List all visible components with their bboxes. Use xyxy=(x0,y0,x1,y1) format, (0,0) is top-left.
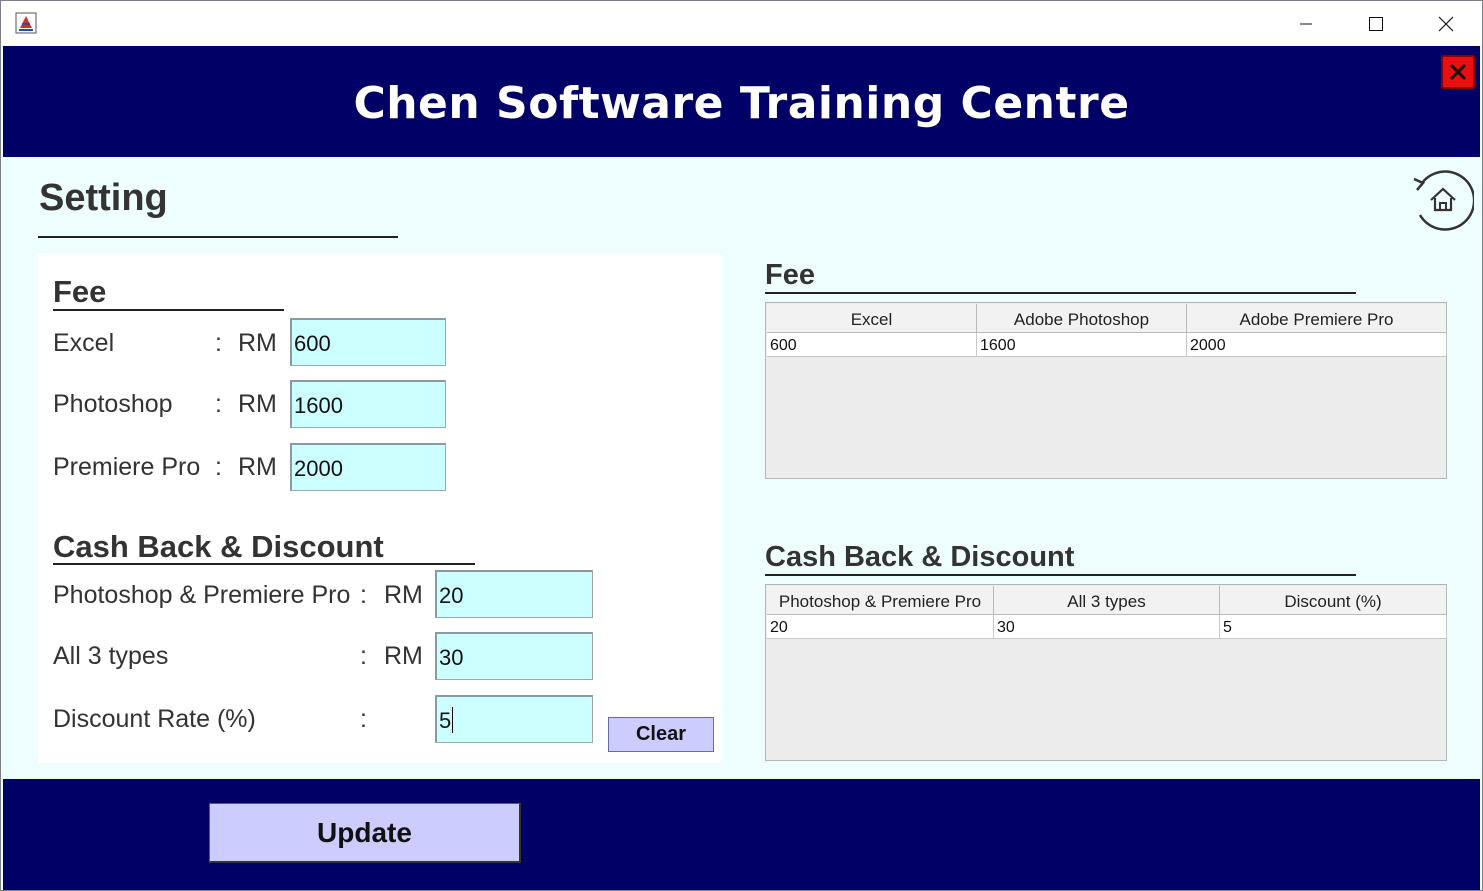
fee-table[interactable]: Excel Adobe Photoshop Adobe Premiere Pro… xyxy=(765,302,1447,479)
cashback-table-underline xyxy=(765,574,1356,576)
excel-fee-label: Excel xyxy=(53,329,115,357)
close-icon xyxy=(1438,16,1454,31)
premiere-fee-value: 2000 xyxy=(294,456,343,481)
all-types-cashback-value: 30 xyxy=(439,645,464,670)
cashback-section-title: Cash Back & Discount xyxy=(53,529,384,564)
table-cell[interactable]: 20 xyxy=(767,615,994,639)
discount-rate-value: 5 xyxy=(439,708,452,733)
app-footer: Update xyxy=(3,779,1480,890)
field-separator: : xyxy=(360,642,367,670)
fee-table-col-premiere[interactable]: Adobe Premiere Pro xyxy=(1187,304,1447,333)
home-button[interactable] xyxy=(1408,165,1476,231)
app-header: Chen Software Training Centre xyxy=(3,46,1480,157)
cashback-table-header: Photoshop & Premiere Pro All 3 types Dis… xyxy=(767,586,1447,615)
maximize-icon xyxy=(1369,16,1383,31)
photoshop-fee-label: Photoshop xyxy=(53,390,173,418)
cashback-table[interactable]: Photoshop & Premiere Pro All 3 types Dis… xyxy=(765,584,1447,761)
cashback-table-col-all-types[interactable]: All 3 types xyxy=(994,586,1220,615)
table-cell[interactable]: 5 xyxy=(1220,615,1447,639)
fee-section-title: Fee xyxy=(53,274,107,309)
settings-form-panel: Fee Excel : RM 600 Photoshop : RM 1600 P… xyxy=(38,254,722,763)
currency-label: RM xyxy=(238,390,277,418)
field-separator: : xyxy=(360,705,367,733)
table-cell[interactable]: 600 xyxy=(767,333,977,357)
java-cup-icon xyxy=(15,12,37,34)
fee-table-col-photoshop[interactable]: Adobe Photoshop xyxy=(977,304,1187,333)
fee-section-underline xyxy=(53,309,284,311)
currency-label: RM xyxy=(384,642,423,670)
premiere-fee-label: Premiere Pro xyxy=(53,453,201,481)
field-separator: : xyxy=(215,390,222,418)
ps-pr-cashback-value: 20 xyxy=(439,583,464,608)
minimize-icon xyxy=(1300,23,1312,24)
all-types-cashback-input[interactable]: 30 xyxy=(435,632,593,680)
photoshop-fee-input[interactable]: 1600 xyxy=(290,380,446,428)
page-title-underline xyxy=(38,236,398,238)
currency-label: RM xyxy=(238,453,277,481)
page-title: Setting xyxy=(39,177,168,219)
app-title: Chen Software Training Centre xyxy=(353,78,1130,129)
red-x-icon xyxy=(1449,63,1467,81)
fee-table-underline xyxy=(765,292,1356,294)
maximize-button[interactable] xyxy=(1341,1,1411,46)
window-titlebar[interactable] xyxy=(1,1,1482,46)
fee-table-header: Excel Adobe Photoshop Adobe Premiere Pro xyxy=(767,304,1447,333)
fee-table-col-excel[interactable]: Excel xyxy=(767,304,977,333)
table-row[interactable]: 600 1600 2000 xyxy=(767,333,1447,357)
all-types-cashback-label: All 3 types xyxy=(53,642,169,670)
app-window: Chen Software Training Centre Setting Fe… xyxy=(0,0,1483,891)
field-separator: : xyxy=(215,453,222,481)
discount-rate-label: Discount Rate (%) xyxy=(53,705,256,733)
currency-label: RM xyxy=(238,329,277,357)
cashback-table-col-discount[interactable]: Discount (%) xyxy=(1220,586,1447,615)
excel-fee-value: 600 xyxy=(294,331,331,356)
cashback-table-col-ps-pr[interactable]: Photoshop & Premiere Pro xyxy=(767,586,994,615)
cashback-section-underline xyxy=(53,563,475,565)
minimize-button[interactable] xyxy=(1271,1,1341,46)
update-button[interactable]: Update xyxy=(209,803,521,863)
fee-table-title: Fee xyxy=(765,259,815,291)
cashback-table-title: Cash Back & Discount xyxy=(765,541,1075,573)
close-window-button[interactable] xyxy=(1411,1,1481,46)
exit-button[interactable] xyxy=(1441,55,1475,89)
photoshop-fee-value: 1600 xyxy=(294,393,343,418)
main-content: Setting Fee Excel : RM 600 Photoshop : R… xyxy=(3,157,1480,779)
field-separator: : xyxy=(360,581,367,609)
table-cell[interactable]: 1600 xyxy=(977,333,1187,357)
table-cell[interactable]: 2000 xyxy=(1187,333,1447,357)
field-separator: : xyxy=(215,329,222,357)
ps-pr-cashback-label: Photoshop & Premiere Pro xyxy=(53,581,351,609)
premiere-fee-input[interactable]: 2000 xyxy=(290,443,446,491)
discount-rate-input[interactable]: 5 xyxy=(435,695,593,743)
text-caret xyxy=(452,707,454,734)
table-row[interactable]: 20 30 5 xyxy=(767,615,1447,639)
table-cell[interactable]: 30 xyxy=(994,615,1220,639)
ps-pr-cashback-input[interactable]: 20 xyxy=(435,570,593,618)
excel-fee-input[interactable]: 600 xyxy=(290,318,446,366)
clear-button[interactable]: Clear xyxy=(608,717,714,752)
currency-label: RM xyxy=(384,581,423,609)
home-refresh-icon xyxy=(1413,170,1476,231)
